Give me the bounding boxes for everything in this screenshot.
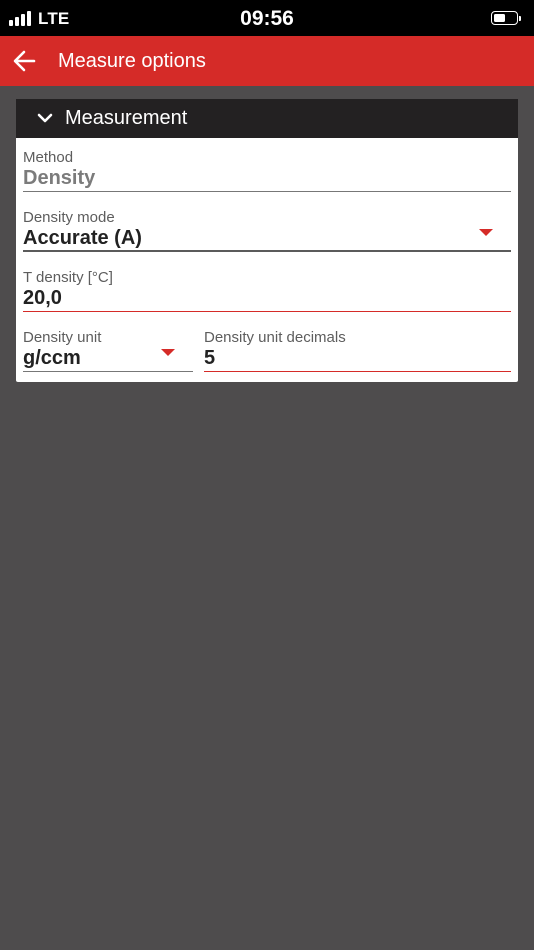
back-button[interactable] — [8, 46, 42, 76]
arrow-left-icon — [13, 50, 36, 72]
density-unit-label: Density unit — [23, 329, 102, 346]
section-title: Measurement — [65, 107, 188, 129]
density-unit-decimals-label: Density unit decimals — [204, 329, 346, 346]
status-bar: LTE 09:56 — [0, 0, 534, 36]
density-unit-underline — [23, 371, 193, 372]
density-unit-decimals-field[interactable]: Density unit decimals 5 — [204, 329, 511, 373]
density-mode-value: Accurate (A) — [23, 227, 142, 249]
density-unit-dropdown[interactable]: Density unit g/ccm — [23, 329, 193, 373]
page-title: Measure options — [58, 50, 206, 72]
measurement-card: Measurement Method Density Density mode … — [16, 99, 518, 382]
t-density-underline — [23, 311, 511, 312]
density-mode-label: Density mode — [23, 209, 115, 226]
chevron-down-icon — [37, 113, 53, 123]
density-mode-dropdown[interactable]: Density mode Accurate (A) — [23, 209, 511, 253]
dropdown-arrow-icon — [479, 229, 493, 236]
battery-icon — [491, 11, 521, 25]
density-unit-value: g/ccm — [23, 347, 81, 369]
density-unit-decimals-input[interactable]: 5 — [204, 347, 215, 370]
status-time: 09:56 — [240, 7, 294, 30]
method-underline — [23, 191, 511, 192]
t-density-label: T density [°C] — [23, 269, 113, 286]
density-unit-decimals-underline — [204, 371, 511, 372]
method-value: Density — [23, 167, 96, 189]
app-bar: Measure options — [0, 36, 534, 86]
dropdown-arrow-icon — [161, 349, 175, 356]
section-header-measurement[interactable]: Measurement — [16, 99, 518, 138]
method-field: Method Density — [23, 149, 511, 193]
t-density-field[interactable]: T density [°C] 20,0 — [23, 269, 511, 313]
t-density-input[interactable]: 20,0 — [23, 287, 62, 310]
density-mode-underline — [23, 250, 511, 252]
method-label: Method — [23, 149, 74, 166]
